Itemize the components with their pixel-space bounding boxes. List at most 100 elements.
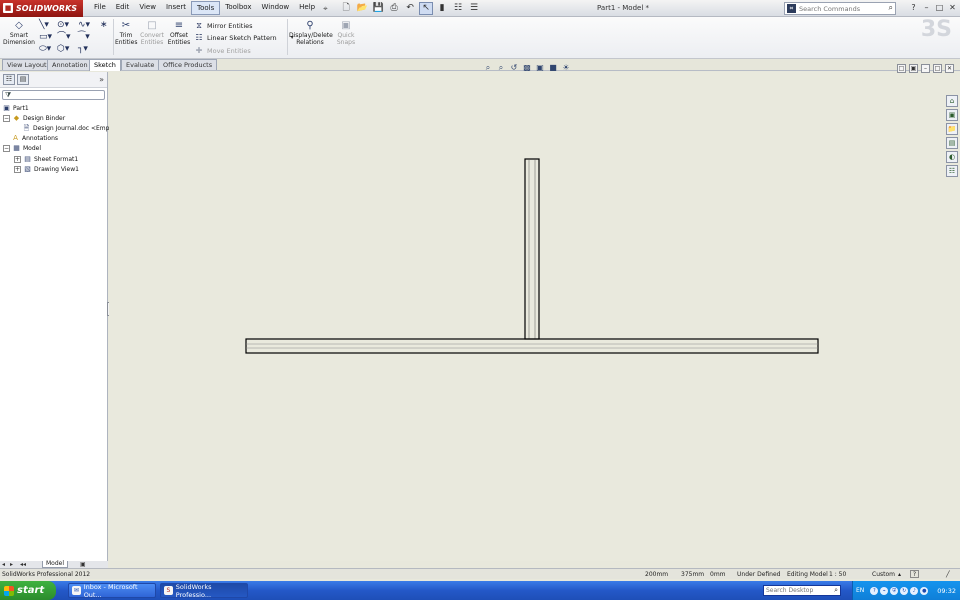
file-explorer-icon[interactable]: 📁	[946, 123, 958, 135]
smart-dimension-button[interactable]: ◇ Smart Dimension	[3, 20, 35, 46]
tree-item-model[interactable]: − ▦ Model	[3, 144, 41, 152]
graphics-area[interactable]: ⌕ ⌕ ↺ ▩ ▣ ■ ☀ □ ▣ – □ ✕	[109, 63, 960, 561]
horizontal-member-outline[interactable]	[245, 338, 819, 354]
menu-toolbox[interactable]: Toolbox	[220, 1, 256, 15]
tab-view-layout[interactable]: View Layout	[2, 59, 52, 70]
options-icon[interactable]: ☰	[467, 2, 481, 15]
appearances-icon[interactable]: ◐	[946, 151, 958, 163]
feature-tree-filter[interactable]: ⧩	[2, 90, 105, 100]
filter-icon: ⧩	[5, 90, 12, 99]
resources-icon[interactable]: ⌂	[946, 95, 958, 107]
linear-sketch-pattern-button[interactable]: ☷ Linear Sketch Pattern ▾	[194, 33, 293, 42]
tree-item-design-binder[interactable]: − ◆ Design Binder	[3, 114, 65, 122]
close-icon[interactable]: ✕	[947, 2, 958, 13]
tray-network-icon[interactable]: ⌁	[880, 586, 889, 595]
custom-properties-icon[interactable]: ☷	[946, 165, 958, 177]
rectangle-tool-icon[interactable]: ▭▾	[39, 32, 52, 42]
menu-window[interactable]: Window	[257, 1, 295, 15]
new-document-icon[interactable]: 🗋	[339, 2, 353, 15]
menu-tools[interactable]: Tools	[191, 1, 221, 15]
menu-file[interactable]: File	[89, 1, 111, 15]
spline-tool-icon[interactable]: ∿▾	[78, 20, 90, 30]
collapse-icon[interactable]: −	[3, 144, 10, 152]
tray-help-icon[interactable]: ?	[870, 586, 879, 595]
slot-tool-icon[interactable]: ⬭▾	[39, 44, 51, 54]
tray-volume-icon[interactable]: ♪	[910, 586, 919, 595]
tree-item-design-journal[interactable]: 🗎 Design Journal.doc <Emp	[22, 124, 110, 132]
tab-annotation[interactable]: Annotation	[47, 59, 93, 70]
tray-update-icon[interactable]: ↻	[900, 586, 909, 595]
tab-evaluate[interactable]: Evaluate	[121, 59, 160, 70]
display-delete-relations-button[interactable]: ⚲ Display/Delete Relations	[289, 20, 333, 46]
expand-panel-icon[interactable]: »	[99, 75, 104, 84]
start-button[interactable]: start	[0, 581, 56, 600]
convert-entities-button[interactable]: □ Convert Entities	[139, 20, 165, 46]
search-commands-box[interactable]: ⌗ ⌕	[784, 2, 896, 15]
language-indicator[interactable]: EN	[856, 587, 864, 594]
menu-insert[interactable]: Insert	[161, 1, 191, 15]
circle-tool-icon[interactable]: ⊙▾	[57, 20, 69, 30]
sketch-fillet-icon[interactable]: ⁀▾	[78, 32, 90, 42]
vertical-member-outline[interactable]	[524, 158, 540, 340]
line-tool-icon[interactable]: ╲▾	[39, 20, 49, 30]
menu-view[interactable]: View	[134, 1, 161, 15]
units-dropdown-icon[interactable]: ▴	[898, 571, 901, 578]
print-icon[interactable]: ⎙	[387, 2, 401, 15]
pin-icon[interactable]: ⌖	[323, 4, 332, 13]
mirror-entities-button[interactable]: ⧖ Mirror Entities	[194, 21, 252, 30]
feature-tree-tab-icon[interactable]: ☷	[3, 74, 15, 85]
tab-office-products[interactable]: Office Products	[158, 59, 218, 70]
search-commands-input[interactable]	[799, 4, 874, 13]
menu-edit[interactable]: Edit	[111, 1, 135, 15]
quick-snaps-button[interactable]: ▣ Quick Snaps	[335, 20, 357, 46]
arc-tool-icon[interactable]: ⌒▾	[57, 32, 71, 42]
tab-model[interactable]: Model	[42, 561, 69, 568]
centerline-tool-icon[interactable]: ┐▾	[78, 44, 88, 54]
menu-help[interactable]: Help	[294, 1, 320, 15]
save-icon[interactable]: 💾	[371, 2, 385, 15]
scroll-right-icon[interactable]: ▸	[10, 561, 13, 568]
file-properties-icon[interactable]: ☷	[451, 2, 465, 15]
view-palette-icon[interactable]: ▤	[946, 137, 958, 149]
rebuild-icon[interactable]: ▮	[435, 2, 449, 15]
property-manager-tab-icon[interactable]: ▤	[17, 74, 29, 85]
polygon-tool-icon[interactable]: ⬡▾	[57, 44, 69, 54]
sketch-canvas[interactable]	[109, 72, 960, 561]
tray-app-icon[interactable]: ●	[920, 586, 929, 595]
solidworks-logo[interactable]: ■ SOLIDWORKS	[0, 0, 84, 17]
status-scale[interactable]: 1 : 50	[829, 571, 846, 578]
quick-tips-icon[interactable]: ?	[910, 570, 919, 578]
collapse-icon[interactable]: −	[3, 114, 10, 122]
restore-icon[interactable]: □	[934, 2, 945, 13]
taskbar-item-outlook[interactable]: ✉ Inbox - Microsoft Out...	[68, 583, 156, 599]
expand-icon[interactable]: +	[14, 165, 21, 173]
status-units[interactable]: Custom	[872, 571, 895, 578]
tab-sketch[interactable]: Sketch	[89, 59, 121, 71]
magnifier-icon[interactable]: ⌕	[889, 3, 893, 13]
tree-item-sheet-format[interactable]: + ▤ Sheet Format1	[14, 155, 78, 163]
taskbar-item-solidworks[interactable]: S SolidWorks Professio...	[160, 583, 248, 599]
desktop-search-input[interactable]	[766, 587, 828, 594]
tree-item-drawing-view[interactable]: + ▧ Drawing View1	[14, 165, 79, 173]
offset-entities-icon: ≡	[174, 20, 184, 31]
expand-icon[interactable]: +	[14, 155, 21, 163]
scroll-first-icon[interactable]: ◂◂	[20, 561, 26, 568]
undo-icon[interactable]: ↶	[403, 2, 417, 15]
resize-grip-icon[interactable]: ╱	[946, 571, 950, 578]
tree-item-annotations[interactable]: A Annotations	[11, 134, 58, 142]
trim-entities-button[interactable]: ✂ Trim Entities	[115, 20, 137, 46]
open-folder-icon[interactable]: 📂	[355, 2, 369, 15]
tree-item-part[interactable]: ▣ Part1	[2, 104, 28, 112]
design-library-icon[interactable]: ▣	[946, 109, 958, 121]
offset-entities-button[interactable]: ≡ Offset Entities	[167, 20, 191, 46]
tray-shield-icon[interactable]: ⛨	[890, 586, 899, 595]
help-icon[interactable]: ?	[908, 2, 919, 13]
scroll-left-icon[interactable]: ◂	[2, 561, 5, 568]
point-tool-icon[interactable]: ∗	[100, 20, 108, 30]
motion-study-icon[interactable]: ▣	[80, 561, 86, 568]
move-entities-button[interactable]: ✚ Move Entities	[194, 46, 251, 55]
select-arrow-icon[interactable]: ↖	[419, 1, 434, 15]
minimize-icon[interactable]: –	[921, 2, 932, 13]
desktop-search-box[interactable]: ⌕	[763, 585, 841, 596]
desktop-search-icon[interactable]: ⌕	[834, 586, 838, 595]
